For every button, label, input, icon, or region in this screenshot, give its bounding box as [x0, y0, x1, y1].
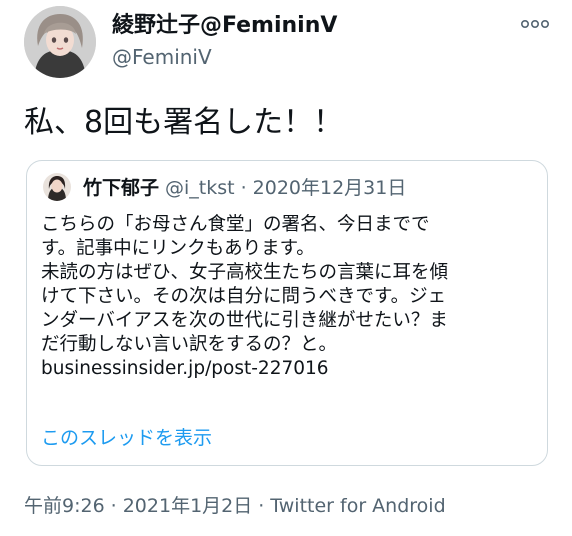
avatar-illustration: [24, 6, 96, 78]
author-avatar[interactable]: [24, 6, 96, 78]
quoted-avatar-photo: [43, 173, 71, 201]
footer-separator: ·: [110, 495, 117, 517]
tweet-text: 私、8回も署名した！！: [24, 105, 344, 140]
tweet-time[interactable]: 午前9:26: [24, 495, 105, 517]
tweet-date[interactable]: 2021年1月2日: [123, 495, 253, 517]
tweet-footer: 午前9:26 · 2021年1月2日 · Twitter for Android: [24, 493, 446, 519]
more-horizontal-icon[interactable]: [520, 16, 550, 32]
quoted-author-handle[interactable]: @i_tkst: [165, 177, 235, 199]
quoted-date[interactable]: 2020年12月31日: [253, 177, 407, 199]
quoted-author-name[interactable]: 竹下郁子: [83, 177, 159, 199]
quoted-text-line: ンダーバイアスを次の世代に引き継がせたい？ま: [41, 310, 448, 331]
quoted-text-line: けて下さい。その次は自分に問うべきです。ジェ: [41, 286, 447, 307]
quoted-link[interactable]: businessinsider.jp/post-227016: [41, 357, 539, 381]
author-handle[interactable]: @FeminiV: [112, 44, 212, 70]
quoted-text-line: す。記事中にリンクもあります。: [41, 238, 315, 259]
quoted-tweet-header: 竹下郁子 @i_tkst · 2020年12月31日: [83, 175, 406, 201]
tweet-source[interactable]: Twitter for Android: [270, 495, 445, 517]
quoted-tweet-card[interactable]: 竹下郁子 @i_tkst · 2020年12月31日 こちらの「お母さん食堂」の署名、…: [26, 160, 548, 466]
quoted-text-line: こちらの「お母さん食堂」の署名、今日までで: [41, 214, 430, 235]
show-thread-link[interactable]: このスレッドを表示: [41, 425, 212, 451]
author-display-name[interactable]: 綾野辻子@FemininV: [112, 12, 337, 40]
quoted-text-line: だ行動しない言い訳をするの？と。: [41, 334, 338, 355]
quoted-separator: ·: [240, 177, 247, 199]
quoted-text-line: 未読の方はぜひ、女子高校生たちの言葉に耳を傾: [41, 262, 449, 283]
quoted-tweet-text: こちらの「お母さん食堂」の署名、今日までで す。記事中にリンクもあります。 未読…: [41, 213, 539, 381]
quoted-author-avatar[interactable]: [43, 173, 71, 201]
footer-separator: ·: [258, 495, 265, 517]
